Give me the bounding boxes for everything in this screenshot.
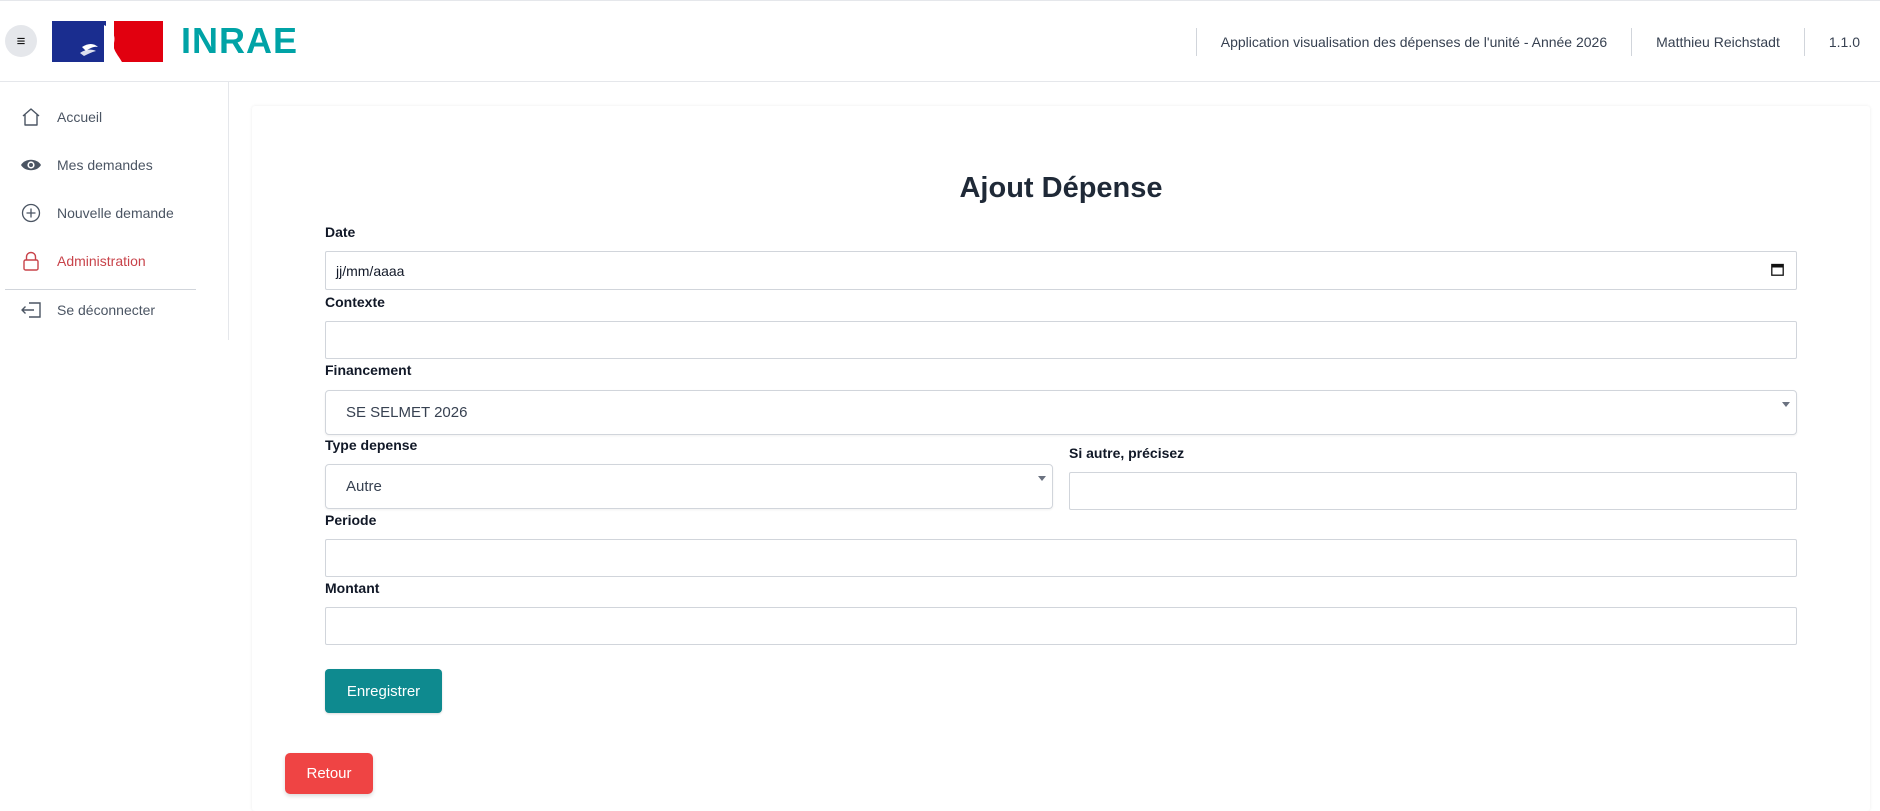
republique-francaise-logo bbox=[52, 21, 163, 62]
periode-label: Periode bbox=[325, 512, 377, 528]
calendar-icon[interactable] bbox=[1771, 263, 1784, 279]
back-button[interactable]: Retour bbox=[285, 753, 373, 794]
app-version: 1.1.0 bbox=[1828, 34, 1860, 50]
sidebar-item-label: Mes demandes bbox=[57, 157, 153, 173]
menu-toggle-button[interactable]: ≡ bbox=[5, 25, 37, 57]
save-button[interactable]: Enregistrer bbox=[325, 669, 442, 713]
page-title: Ajout Dépense bbox=[959, 172, 1163, 204]
type-depense-value: Autre bbox=[346, 478, 382, 495]
header-right: Application visualisation des dépenses d… bbox=[1195, 27, 1880, 57]
sidebar-item-administration[interactable]: Administration bbox=[0, 243, 200, 279]
type-depense-label: Type depense bbox=[325, 437, 418, 453]
app-header: ≡ INRAE Application visualisation des dé… bbox=[0, 0, 1880, 82]
plus-circle-icon bbox=[20, 202, 42, 224]
montant-input[interactable] bbox=[325, 607, 1797, 645]
sidebar: Accueil Mes demandes Nouvelle demande Ad… bbox=[0, 82, 229, 340]
financement-value: SE SELMET 2026 bbox=[346, 404, 468, 421]
sidebar-item-label: Accueil bbox=[57, 109, 103, 125]
type-depense-select[interactable]: Autre bbox=[325, 464, 1053, 509]
date-label: Date bbox=[325, 224, 356, 240]
contexte-label: Contexte bbox=[325, 294, 385, 310]
chevron-down-icon bbox=[1038, 476, 1046, 481]
date-input[interactable]: jj/mm/aaaa bbox=[325, 251, 1797, 290]
sidebar-item-label: Administration bbox=[57, 253, 146, 269]
chevron-down-icon bbox=[1782, 402, 1790, 407]
date-placeholder: jj/mm/aaaa bbox=[336, 262, 405, 279]
si-autre-label: Si autre, précisez bbox=[1069, 445, 1185, 461]
montant-label: Montant bbox=[325, 580, 380, 596]
sidebar-item-accueil[interactable]: Accueil bbox=[0, 99, 200, 135]
sidebar-item-mes-demandes[interactable]: Mes demandes bbox=[0, 147, 200, 183]
hamburger-icon: ≡ bbox=[16, 32, 26, 50]
user-name[interactable]: Matthieu Reichstadt bbox=[1632, 34, 1804, 50]
sidebar-item-label: Se déconnecter bbox=[57, 302, 156, 318]
home-icon bbox=[20, 106, 42, 128]
contexte-input[interactable] bbox=[325, 321, 1797, 359]
lock-icon bbox=[20, 250, 42, 272]
financement-label: Financement bbox=[325, 362, 412, 378]
main-card: Ajout Dépense Date jj/mm/aaaa Contexte F… bbox=[252, 106, 1870, 811]
financement-select[interactable]: SE SELMET 2026 bbox=[325, 390, 1797, 435]
inrae-logo: INRAE bbox=[181, 20, 299, 61]
sidebar-item-nouvelle-demande[interactable]: Nouvelle demande bbox=[0, 195, 200, 231]
sidebar-item-se-deconnecter[interactable]: Se déconnecter bbox=[0, 292, 200, 328]
periode-input[interactable] bbox=[325, 539, 1797, 577]
sidebar-item-label: Nouvelle demande bbox=[57, 205, 174, 221]
eye-icon bbox=[20, 154, 42, 176]
logout-icon bbox=[20, 299, 42, 321]
app-title: Application visualisation des dépenses d… bbox=[1220, 34, 1608, 50]
sidebar-divider bbox=[5, 289, 196, 290]
si-autre-input[interactable] bbox=[1069, 472, 1797, 510]
